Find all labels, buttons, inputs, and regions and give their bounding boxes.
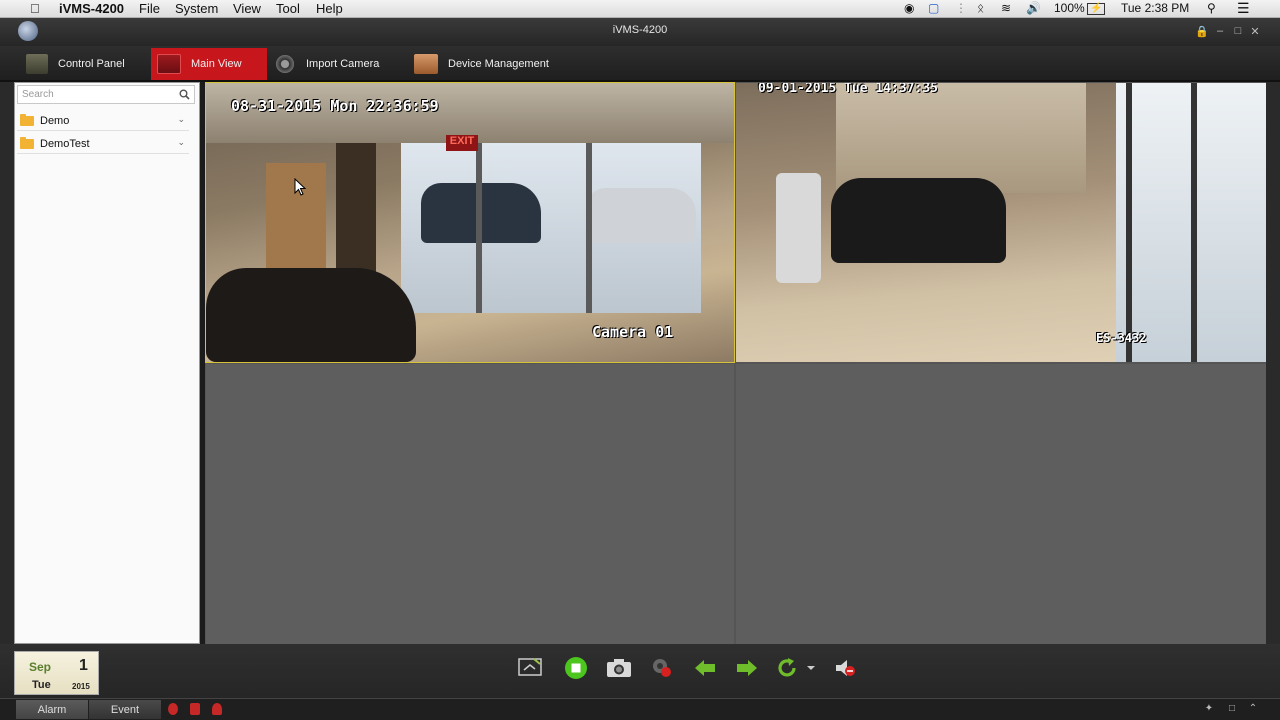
search-icon[interactable]: [175, 86, 193, 103]
monitor-icon: [157, 54, 181, 74]
alarm-trash-icon[interactable]: [190, 703, 200, 715]
timestamp-overlay: 09-01-2015 Tue 14:37:35: [758, 83, 939, 96]
alarm-output-icon[interactable]: [212, 703, 222, 715]
video-pane-4[interactable]: [736, 364, 1266, 644]
tree-group-demo[interactable]: Demo ⌄: [17, 111, 189, 131]
collapse-icon[interactable]: ⌃: [1246, 703, 1260, 716]
tab-alarm[interactable]: Alarm: [16, 700, 88, 719]
menu-file[interactable]: File: [139, 1, 160, 16]
camera-name-overlay: Camera 01: [592, 323, 674, 341]
folder-icon: [20, 136, 34, 149]
tab-control-panel[interactable]: Control Panel: [20, 48, 150, 80]
volume-icon[interactable]: 🔊: [1026, 1, 1041, 15]
camera-name-overlay: ES-3432: [1096, 331, 1147, 345]
tree-group-label: DemoTest: [40, 137, 90, 150]
date-day: 1: [79, 657, 88, 674]
search-input[interactable]: Search: [17, 85, 195, 104]
tab-label: Import Camera: [306, 58, 380, 70]
maximize-icon[interactable]: □: [1231, 25, 1245, 37]
camera-icon: [274, 54, 296, 74]
date-display: Sep 1 Tue 2015: [14, 651, 99, 695]
notification-center-icon[interactable]: ☰: [1237, 0, 1250, 17]
apple-icon[interactable]: : [30, 1, 40, 16]
module-tab-bar: Control Panel Main View Import Camera De…: [0, 46, 1280, 82]
restore-icon[interactable]: □: [1225, 703, 1239, 716]
tab-device-management[interactable]: Device Management: [408, 48, 574, 80]
control-panel-icon: [26, 54, 48, 74]
back-wall: [836, 83, 1086, 193]
spotlight-search-icon[interactable]: ⚲: [1207, 1, 1216, 15]
video-pane-3[interactable]: [206, 364, 734, 644]
exit-sign: EXIT: [446, 135, 478, 151]
tree-group-label: Demo: [40, 114, 70, 127]
mute-button[interactable]: [832, 655, 858, 681]
menu-view[interactable]: View: [233, 1, 261, 16]
battery-percent: 100%: [1054, 1, 1085, 15]
timestamp-overlay: 08-31-2015 Mon 22:36:59: [231, 97, 439, 115]
chevron-down-icon[interactable]: [802, 655, 820, 681]
chevron-down-icon[interactable]: ⌄: [177, 114, 185, 125]
video-pane-1[interactable]: EXIT 08-31-2015 Mon 22:36:59 Camera 01: [205, 82, 735, 363]
record-all-button[interactable]: [649, 655, 675, 681]
capture-button[interactable]: [606, 655, 632, 681]
next-button[interactable]: [734, 655, 760, 681]
menu-clock[interactable]: Tue 2:38 PM: [1121, 1, 1189, 15]
previous-button[interactable]: [692, 655, 718, 681]
window-title-bar: iVMS-4200 🔒 – □ ✕: [0, 18, 1280, 46]
date-month: Sep: [29, 660, 52, 674]
minimize-icon[interactable]: –: [1213, 25, 1227, 37]
tab-label: Control Panel: [58, 58, 125, 70]
tab-label: Main View: [191, 58, 242, 70]
window-frame: [1191, 83, 1197, 362]
video-pane-2[interactable]: 09-01-2015 Tue 14:37:35 ES-3432: [736, 83, 1266, 362]
pin-icon[interactable]: ✦: [1202, 703, 1216, 716]
menu-help[interactable]: Help: [316, 1, 343, 16]
menu-tool[interactable]: Tool: [276, 1, 300, 16]
wifi-icon[interactable]: ≋: [1001, 1, 1011, 15]
menu-app-name[interactable]: iVMS-4200: [59, 1, 124, 16]
date-year: 2015: [72, 682, 90, 691]
status-bar: Alarm Event ✦ □ ⌃: [0, 698, 1280, 720]
chevron-down-icon[interactable]: ⌄: [177, 137, 185, 148]
app-status-icon[interactable]: ▢: [928, 1, 939, 15]
auto-switch-button[interactable]: [774, 655, 800, 681]
close-icon[interactable]: ✕: [1248, 25, 1262, 38]
folder-icon: [20, 113, 34, 126]
sofa: [831, 178, 1006, 263]
tree-group-demotest[interactable]: DemoTest ⌄: [17, 134, 189, 154]
mouse-cursor-icon: [294, 178, 306, 196]
lock-icon[interactable]: 🔒: [1195, 25, 1209, 38]
sofa: [206, 268, 416, 362]
tab-main-view[interactable]: Main View: [151, 48, 267, 80]
window-frame: [476, 143, 482, 313]
alarm-sound-icon[interactable]: [168, 703, 178, 715]
record-status-icon[interactable]: ◉: [904, 1, 914, 15]
playback-toolbar: [0, 644, 1280, 698]
date-weekday: Tue: [32, 679, 51, 691]
vase: [776, 173, 821, 283]
drag-status-icon[interactable]: ⋮: [955, 1, 967, 15]
window-title: iVMS-4200: [612, 24, 668, 36]
mac-menu-bar:  iVMS-4200 File System View Tool Help ◉…: [0, 0, 1280, 18]
camera-tree-panel: Search Demo ⌄ DemoTest ⌄: [14, 82, 200, 644]
parked-car: [586, 188, 696, 243]
bluetooth-icon[interactable]: ᛟ: [977, 1, 984, 15]
window-division-button[interactable]: [517, 655, 543, 681]
live-view-grid: EXIT 08-31-2015 Mon 22:36:59 Camera 01 0…: [205, 82, 1266, 644]
menu-system[interactable]: System: [175, 1, 218, 16]
device-icon: [414, 54, 438, 74]
stop-all-button[interactable]: [563, 655, 589, 681]
tab-label: Device Management: [448, 58, 549, 70]
window-frame: [1126, 83, 1132, 362]
tab-import-camera[interactable]: Import Camera: [268, 48, 404, 80]
window-frame: [586, 143, 592, 313]
tab-event[interactable]: Event: [89, 700, 161, 719]
battery-icon[interactable]: ⚡: [1087, 3, 1106, 15]
